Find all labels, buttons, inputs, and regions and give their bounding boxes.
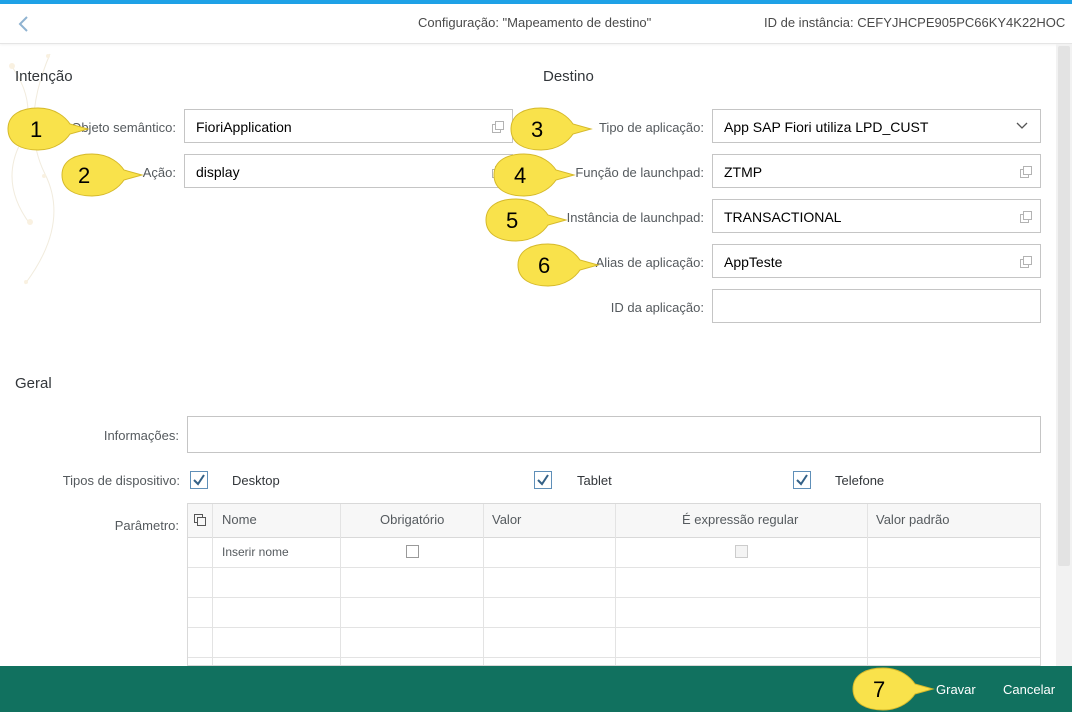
callout-number: 6 <box>538 253 550 278</box>
callout-number: 3 <box>531 117 543 142</box>
callout-marker-4: 4 <box>493 153 576 197</box>
target-section-title: Destino <box>543 68 594 85</box>
parameters-table: Nome Obrigatório Valor É expressão regul… <box>187 503 1041 666</box>
callout-marker-7: 7 <box>852 667 935 711</box>
launchpad-instance-value: TRANSACTIONAL <box>724 209 842 225</box>
value-help-icon[interactable] <box>1020 256 1032 268</box>
device-types-label: Tipos de dispositivo: <box>62 473 180 488</box>
callout-marker-5: 5 <box>485 198 568 242</box>
back-arrow-icon[interactable] <box>10 10 38 38</box>
launchpad-role-field[interactable]: ZTMP <box>712 154 1041 188</box>
column-divider <box>340 504 341 665</box>
callout-marker-6: 6 <box>517 243 600 287</box>
callout-number: 2 <box>78 163 90 188</box>
app-id-field[interactable] <box>712 289 1041 323</box>
app-type-value: App SAP Fiori utiliza LPD_CUST <box>724 119 929 135</box>
name-input-placeholder[interactable]: Inserir nome <box>222 545 289 559</box>
parameter-label: Parâmetro: <box>114 518 179 533</box>
phone-label: Telefone <box>835 473 885 488</box>
column-divider <box>867 504 868 665</box>
action-value: display <box>196 164 240 180</box>
callout-marker-3: 3 <box>510 107 593 151</box>
checkmark-icon <box>193 474 205 486</box>
column-divider <box>483 504 484 665</box>
semantic-object-value: FioriApplication <box>196 119 292 135</box>
instance-id: ID de instância: CEFYJHCPE905PC66KY4K22H… <box>764 15 1066 30</box>
page-header: Configuração: "Mapeamento de destino" ID… <box>0 4 1072 44</box>
column-header-value[interactable]: Valor <box>492 512 521 527</box>
row-divider <box>188 657 1040 658</box>
value-help-icon[interactable] <box>1020 211 1032 223</box>
app-type-select[interactable]: App SAP Fiori utiliza LPD_CUST <box>712 109 1041 143</box>
desktop-checkbox[interactable] <box>190 471 208 489</box>
launchpad-role-value: ZTMP <box>724 164 763 180</box>
tablet-label: Tablet <box>577 473 612 488</box>
chevron-down-icon[interactable] <box>1016 122 1028 130</box>
row-divider <box>188 567 1040 568</box>
tablet-checkbox[interactable] <box>534 471 552 489</box>
info-label: Informações: <box>103 428 179 443</box>
column-divider <box>212 504 213 665</box>
scrollbar-thumb[interactable] <box>1058 46 1070 566</box>
mandatory-checkbox[interactable] <box>406 545 419 558</box>
app-alias-value: AppTeste <box>724 254 783 270</box>
app-id-label: ID da aplicação: <box>610 300 704 315</box>
callout-marker-1: 1 <box>7 107 90 151</box>
general-section-title: Geral <box>15 375 52 392</box>
column-header-default-value[interactable]: Valor padrão <box>876 512 949 527</box>
intent-section-title: Intenção <box>15 68 73 85</box>
row-divider <box>188 597 1040 598</box>
regex-checkbox <box>735 545 748 558</box>
callout-number: 4 <box>514 163 526 188</box>
cancel-button[interactable]: Cancelar <box>1003 682 1055 697</box>
semantic-object-field[interactable]: FioriApplication <box>184 109 513 143</box>
phone-checkbox[interactable] <box>793 471 811 489</box>
row-divider <box>188 627 1040 628</box>
callout-number: 5 <box>506 208 518 233</box>
checkmark-icon <box>537 474 549 486</box>
action-field[interactable]: display <box>184 154 513 188</box>
column-header-mandatory[interactable]: Obrigatório <box>380 512 444 527</box>
launchpad-instance-field[interactable]: TRANSACTIONAL <box>712 199 1041 233</box>
select-all-icon[interactable] <box>194 514 206 526</box>
page-title: Configuração: "Mapeamento de destino" <box>418 15 652 30</box>
checkmark-icon <box>796 474 808 486</box>
callout-number: 1 <box>30 117 42 142</box>
callout-marker-2: 2 <box>61 153 144 197</box>
value-help-icon[interactable] <box>1020 166 1032 178</box>
app-alias-field[interactable]: AppTeste <box>712 244 1041 278</box>
save-button[interactable]: Gravar <box>936 682 976 697</box>
desktop-label: Desktop <box>232 473 280 488</box>
column-header-regex[interactable]: É expressão regular <box>682 512 798 527</box>
info-field[interactable] <box>187 416 1041 453</box>
callout-number: 7 <box>873 677 885 702</box>
column-divider <box>615 504 616 665</box>
column-header-name[interactable]: Nome <box>222 512 257 527</box>
